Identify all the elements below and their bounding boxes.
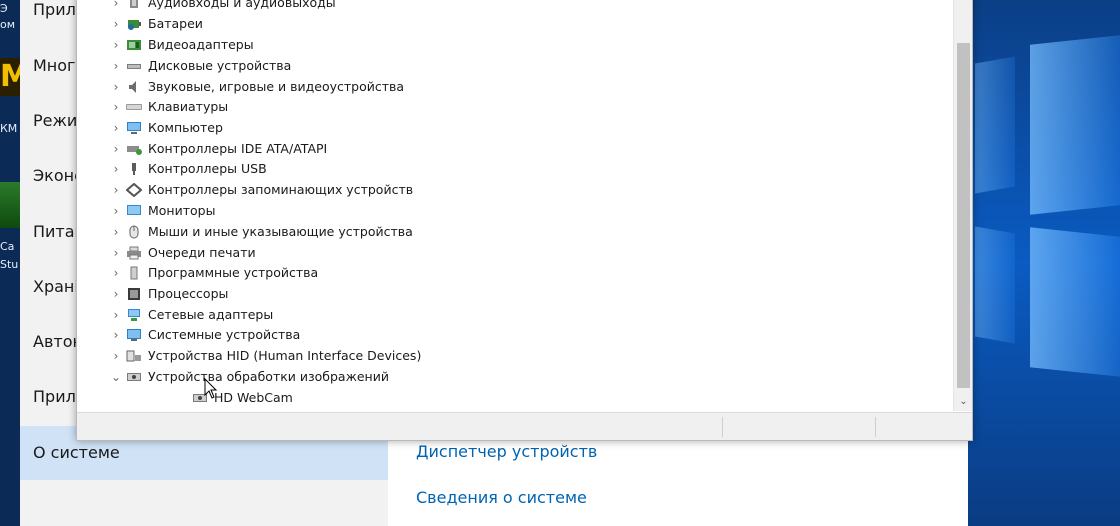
scrollbar-thumb[interactable] xyxy=(957,43,970,388)
tree-node-label: Программные устройства xyxy=(148,265,319,280)
mouse-icon xyxy=(129,225,139,239)
tree-node-label: Компьютер xyxy=(148,120,223,135)
expand-icon[interactable]: › xyxy=(110,325,122,345)
expand-icon[interactable]: › xyxy=(110,139,122,159)
mouse-cursor-icon xyxy=(204,378,218,399)
desktop-icons-strip: Э ом M КМ Ca Stu xyxy=(0,0,20,526)
tree-node-label: Дисковые устройства xyxy=(148,58,292,73)
collapse-icon[interactable]: ⌄ xyxy=(110,367,122,387)
wallpaper-light-pane xyxy=(1030,35,1120,215)
expand-icon[interactable]: › xyxy=(110,77,122,97)
tree-node-label: Мыши и иные указывающие устройства xyxy=(148,224,413,239)
vertical-scrollbar[interactable]: ⌄ xyxy=(953,0,972,411)
device-tree: › Аудиовходы и аудиовыходы › Батареи › В… xyxy=(77,0,953,411)
expand-icon[interactable]: › xyxy=(110,346,122,366)
wallpaper-light-pane xyxy=(1030,227,1120,377)
expand-icon[interactable]: › xyxy=(110,159,122,179)
tree-node-label: Батареи xyxy=(148,16,203,31)
status-separator xyxy=(875,417,876,437)
keyboard-icon xyxy=(126,104,142,110)
status-bar xyxy=(77,412,972,440)
expand-icon[interactable]: › xyxy=(110,222,122,242)
tree-node-label: Системные устройства xyxy=(148,327,301,342)
tree-node-label: Очереди печати xyxy=(148,245,256,260)
desktop-icon-label[interactable]: Ca xyxy=(0,240,14,253)
expand-icon[interactable]: › xyxy=(110,35,122,55)
usb-icon xyxy=(132,163,136,175)
hid-icon xyxy=(126,350,141,362)
disk-drive-icon xyxy=(127,64,141,69)
audio-io-icon xyxy=(130,0,138,8)
printer-icon xyxy=(127,246,141,260)
tree-node-label: HD WebCam xyxy=(214,390,293,405)
expand-icon[interactable]: › xyxy=(110,0,122,13)
monitor-icon xyxy=(127,205,141,215)
battery-icon xyxy=(128,20,141,30)
tree-node-label: Устройства HID (Human Interface Devices) xyxy=(148,348,422,363)
device-manager-window: › Аудиовходы и аудиовыходы › Батареи › В… xyxy=(76,0,973,441)
expand-icon[interactable]: › xyxy=(110,14,122,34)
tree-node-label: Устройства обработки изображений xyxy=(148,369,389,384)
desktop-text: КМ xyxy=(0,122,18,135)
processor-icon xyxy=(128,288,140,300)
tree-node-label: Сетевые адаптеры xyxy=(148,307,274,322)
wallpaper-light-pane xyxy=(975,226,1015,344)
system-info-link[interactable]: Сведения о системе xyxy=(416,488,587,507)
expand-icon[interactable]: › xyxy=(110,56,122,76)
scroll-down-icon[interactable]: ⌄ xyxy=(954,395,973,409)
network-adapter-icon xyxy=(128,309,140,321)
expand-icon[interactable]: › xyxy=(110,180,122,200)
device-manager-link[interactable]: Диспетчер устройств xyxy=(416,442,597,461)
speaker-icon xyxy=(129,81,136,93)
desktop-text: ом xyxy=(0,18,16,31)
tree-node-label: Видеоадаптеры xyxy=(148,37,254,52)
software-device-icon xyxy=(130,266,138,280)
tree-node-label: Мониторы xyxy=(148,203,216,218)
tree-node-label: Звуковые, игровые и видеоустройства xyxy=(148,79,405,94)
expand-icon[interactable]: › xyxy=(110,243,122,263)
status-separator xyxy=(722,417,723,437)
tree-node-label: Контроллеры запоминающих устройств xyxy=(148,182,414,197)
desktop-text: Э xyxy=(0,2,8,15)
imaging-device-icon xyxy=(127,373,141,381)
tree-node-label: Аудиовходы и аудиовыходы xyxy=(148,0,336,10)
computer-icon xyxy=(127,122,141,134)
wallpaper-light-pane xyxy=(975,56,1015,194)
expand-icon[interactable]: › xyxy=(110,305,122,325)
expand-icon[interactable]: › xyxy=(110,263,122,283)
ide-controller-icon xyxy=(127,146,142,155)
desktop-app-icon[interactable] xyxy=(0,182,20,228)
expand-icon[interactable]: › xyxy=(110,201,122,221)
storage-controller-icon xyxy=(126,183,142,197)
display-adapter-icon xyxy=(127,40,141,50)
tree-node-label: Клавиатуры xyxy=(148,99,229,114)
expand-icon[interactable]: › xyxy=(110,97,122,117)
expand-icon[interactable]: › xyxy=(110,284,122,304)
tree-node-label: Процессоры xyxy=(148,286,229,301)
tree-node-label: Контроллеры USB xyxy=(148,161,267,176)
desktop-app-logo[interactable]: M xyxy=(0,58,20,96)
tree-node-label: Контроллеры IDE ATA/ATAPI xyxy=(148,141,328,156)
expand-icon[interactable]: › xyxy=(110,118,122,138)
desktop-icon-label[interactable]: Stu xyxy=(0,258,18,271)
system-device-icon xyxy=(127,329,141,341)
